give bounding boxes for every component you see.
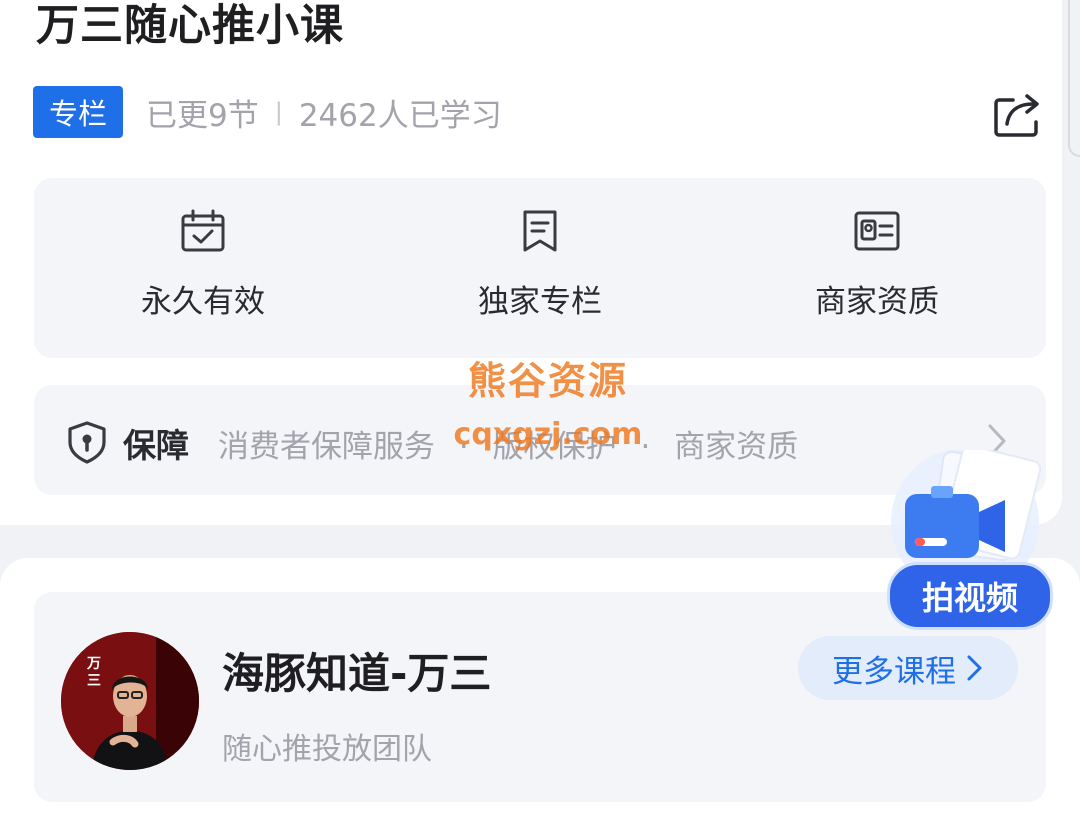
avatar-text: 万三 (87, 656, 101, 689)
bookmark-icon (523, 210, 557, 252)
shoot-video-label: 拍视频 (887, 562, 1053, 630)
feature-qualification: 商家资质 (757, 208, 997, 321)
chevron-right-icon (967, 655, 982, 681)
shield-icon (68, 421, 106, 464)
author-photo-icon (61, 632, 199, 770)
id-card-icon (854, 211, 900, 251)
learner-count: 2462人已学习 (298, 97, 502, 134)
guarantee-dot: · (640, 429, 651, 465)
author-name[interactable]: 海豚知道-万三 (222, 640, 491, 701)
feature-label: 商家资质 (815, 284, 939, 320)
guarantee-title: 保障 (123, 426, 189, 465)
calendar-check-icon (181, 209, 225, 252)
guarantee-items: 消费者保障服务 · 版权保护 · 商家资质 (218, 421, 798, 466)
feature-label: 独家专栏 (478, 284, 602, 320)
guarantee-item: 商家资质 (674, 429, 799, 465)
column-tag: 专栏 (33, 86, 123, 138)
author-description: 随心推投放团队 (222, 732, 432, 767)
more-courses-button[interactable]: 更多课程 (798, 636, 1018, 700)
avatar[interactable]: 万三 (61, 632, 199, 770)
features-panel: 永久有效 独家专栏 商家资质 (34, 178, 1046, 358)
course-title: 万三随心推小课 (36, 1, 344, 51)
course-meta: 已更9节 | 2462人已学习 (146, 88, 502, 136)
guarantee-dot: · (458, 429, 469, 465)
shoot-video-button[interactable]: 拍视频 (885, 450, 1055, 630)
share-icon[interactable] (993, 92, 1047, 138)
feature-label: 永久有效 (141, 284, 265, 320)
feature-permanent: 永久有效 (83, 208, 323, 321)
meta-separator: | (274, 98, 283, 126)
feature-exclusive: 独家专栏 (420, 208, 660, 321)
updated-count: 已更9节 (146, 97, 259, 134)
guarantee-item: 消费者保障服务 (218, 429, 435, 465)
more-courses-label: 更多课程 (832, 653, 956, 690)
guarantee-item: 版权保护 (492, 429, 617, 465)
video-camera-icon (891, 450, 1042, 580)
scroll-indicator (1068, 0, 1080, 157)
